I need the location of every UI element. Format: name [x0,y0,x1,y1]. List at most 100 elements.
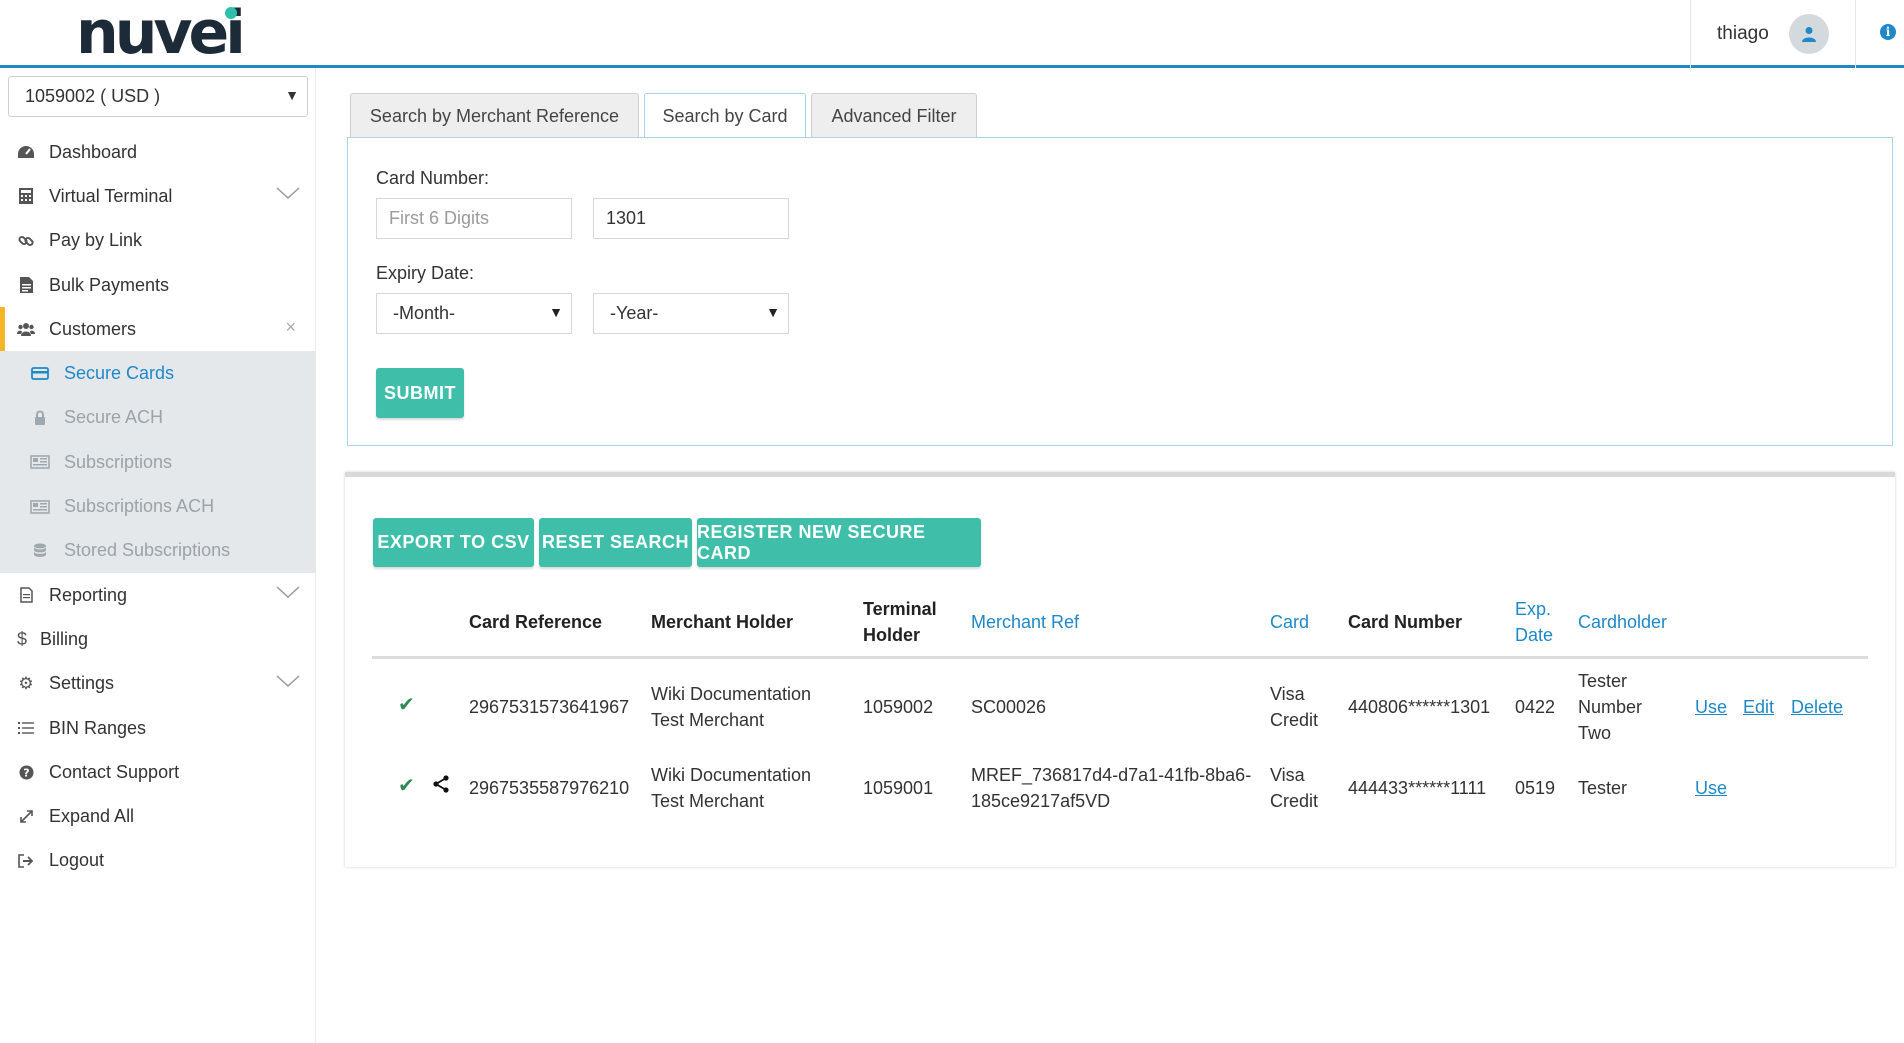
sidebar-item-logout[interactable]: Logout [0,839,316,883]
account-selector[interactable]: 1059002 ( USD ) ▼ [8,76,308,117]
table-header-divider [372,656,1868,659]
tab-search-by-card[interactable]: Search by Card [644,93,806,139]
row1-cardholder: Tester Number Two [1578,668,1642,746]
row2-merchant-holder: Wiki Documentation Test Merchant [651,762,811,814]
expand-icon [16,808,36,826]
lock-icon [30,410,50,426]
expiry-month-select[interactable]: -Month- ▼ [376,293,572,334]
sidebar-subitem-label: Stored Subscriptions [64,540,231,561]
caret-down-icon: ▼ [766,304,780,320]
collapse-icon[interactable]: × [285,317,296,338]
user-name: thiago [1717,23,1769,44]
row2-merchant-ref: MREF_736817d4-d7a1-41fb-8ba6- 185ce9217a… [971,762,1251,814]
sidebar-item-label: Dashboard [49,141,138,162]
chevron-down-icon [276,586,300,598]
sidebar-item-label: Customers [49,318,137,339]
sidebar-item-customers[interactable]: Customers × [0,307,316,352]
check-icon: ✔ [398,775,415,797]
sidebar-item-virtual-terminal[interactable]: Virtual Terminal [0,174,316,218]
chevron-down-icon [276,675,300,687]
col-header-terminal-line2: Holder [863,625,921,645]
svg-text:?: ? [23,766,29,779]
row1-merchant-holder-line2: Test Merchant [651,710,765,730]
users-icon [16,320,36,338]
customers-submenu: Secure Cards Secure ACH Subscriptions Su… [0,351,316,573]
sidebar-item-label: Logout [49,850,105,871]
sidebar-nav: Dashboard Virtual Terminal Pay by Link B… [0,130,316,883]
dollar-icon: $ [16,628,27,649]
col-header-cardholder[interactable]: Cardholder [1578,609,1667,635]
row2-merchant-ref-line2: 185ce9217af5VD [971,791,1111,811]
col-header-exp-date[interactable]: Exp. Date [1515,596,1553,648]
sidebar-item-settings[interactable]: ⚙ Settings [0,662,316,706]
sidebar-item-pay-by-link[interactable]: Pay by Link [0,219,316,263]
row2-card-line1: Visa [1270,765,1305,785]
cogs-icon: ⚙ [18,673,34,693]
tab-search-by-merchant-reference[interactable]: Search by Merchant Reference [350,93,639,138]
submit-button[interactable]: SUBMIT [376,368,464,418]
row2-merchant-holder-line1: Wiki Documentation [651,765,812,785]
row1-delete-link[interactable]: Delete [1791,694,1843,720]
sidebar-subitem-label: Secure Cards [64,363,175,384]
row2-merchant-holder-line2: Test Merchant [651,791,765,811]
sidebar-item-bin-ranges[interactable]: BIN Ranges [0,706,316,750]
row1-edit-link[interactable]: Edit [1743,694,1774,720]
row2-card-number: 444433******1111 [1348,778,1487,798]
sidebar-subitem-stored-subscriptions[interactable]: Stored Subscriptions [0,529,316,573]
export-csv-button[interactable]: EXPORT TO CSV [373,518,534,567]
nuvei-logo[interactable]: nuvei [76,3,246,63]
sidebar-item-billing[interactable]: $ Billing [0,617,316,661]
register-secure-card-button[interactable]: REGISTER NEW SECURE CARD [697,518,981,567]
tab-advanced-filter[interactable]: Advanced Filter [811,93,977,138]
sidebar-item-label: Reporting [49,584,128,605]
share-icon[interactable] [432,775,450,793]
newspaper-icon [30,455,50,470]
sidebar-item-expand-all[interactable]: Expand All [0,794,316,838]
sidebar-item-contact-support[interactable]: ? Contact Support [0,750,316,794]
col-header-exp-line2: Date [1515,625,1554,645]
reset-search-button[interactable]: RESET SEARCH [539,518,692,567]
sidebar-item-dashboard[interactable]: Dashboard [0,130,316,174]
col-header-terminal-holder: Terminal Holder [863,596,937,648]
info-icon[interactable]: i [1880,24,1896,40]
sidebar-item-bulk-payments[interactable]: Bulk Payments [0,263,316,307]
check-icon: ✔ [398,694,415,716]
card-last4-input[interactable]: 1301 [593,198,789,239]
sidebar-subitem-secure-cards[interactable]: Secure Cards [0,351,316,395]
logo-dot-icon [225,7,237,19]
row2-use-link[interactable]: Use [1695,775,1727,801]
row2-cardholder: Tester [1578,778,1628,798]
col-header-merchant-ref[interactable]: Merchant Ref [971,609,1079,635]
sidebar-subitem-subscriptions[interactable]: Subscriptions [0,440,316,484]
col-header-card[interactable]: Card [1270,609,1309,635]
row2-card: Visa Credit [1270,762,1318,814]
row1-merchant-holder-line1: Wiki Documentation [651,684,812,704]
user-icon [1801,27,1816,42]
col-header-merchant-holder: Merchant Holder [651,612,794,632]
file-icon [16,276,36,294]
col-header-terminal-line1: Terminal [863,599,937,619]
row1-merchant-holder: Wiki Documentation Test Merchant [651,681,811,733]
sidebar-subitem-secure-ach[interactable]: Secure ACH [0,396,316,440]
row1-use-link[interactable]: Use [1695,694,1727,720]
sidebar-item-reporting[interactable]: Reporting [0,573,316,617]
card-first6-input[interactable]: First 6 Digits [376,198,572,239]
row1-cardholder-line1: Tester [1578,671,1628,691]
tab-label: Search by Card [662,106,788,126]
question-circle-icon: ? [16,763,36,781]
user-menu[interactable]: thiago [1690,0,1856,68]
sign-out-icon [16,852,36,870]
sidebar-item-label: Expand All [49,806,135,827]
sidebar-item-label: Contact Support [49,761,180,782]
row1-card-line1: Visa [1270,684,1305,704]
chevron-down-icon [276,187,300,200]
row1-cardholder-line3: Two [1578,723,1612,743]
report-icon [16,586,36,604]
sidebar-item-label: BIN Ranges [49,717,147,738]
sidebar-subitem-subscriptions-ach[interactable]: Subscriptions ACH [0,484,316,528]
sidebar-item-label: Virtual Terminal [49,185,173,206]
expiry-year-select[interactable]: -Year- ▼ [593,293,789,334]
expiry-year-value: -Year- [610,303,659,323]
tab-label: Advanced Filter [831,105,957,126]
avatar[interactable] [1788,14,1829,54]
